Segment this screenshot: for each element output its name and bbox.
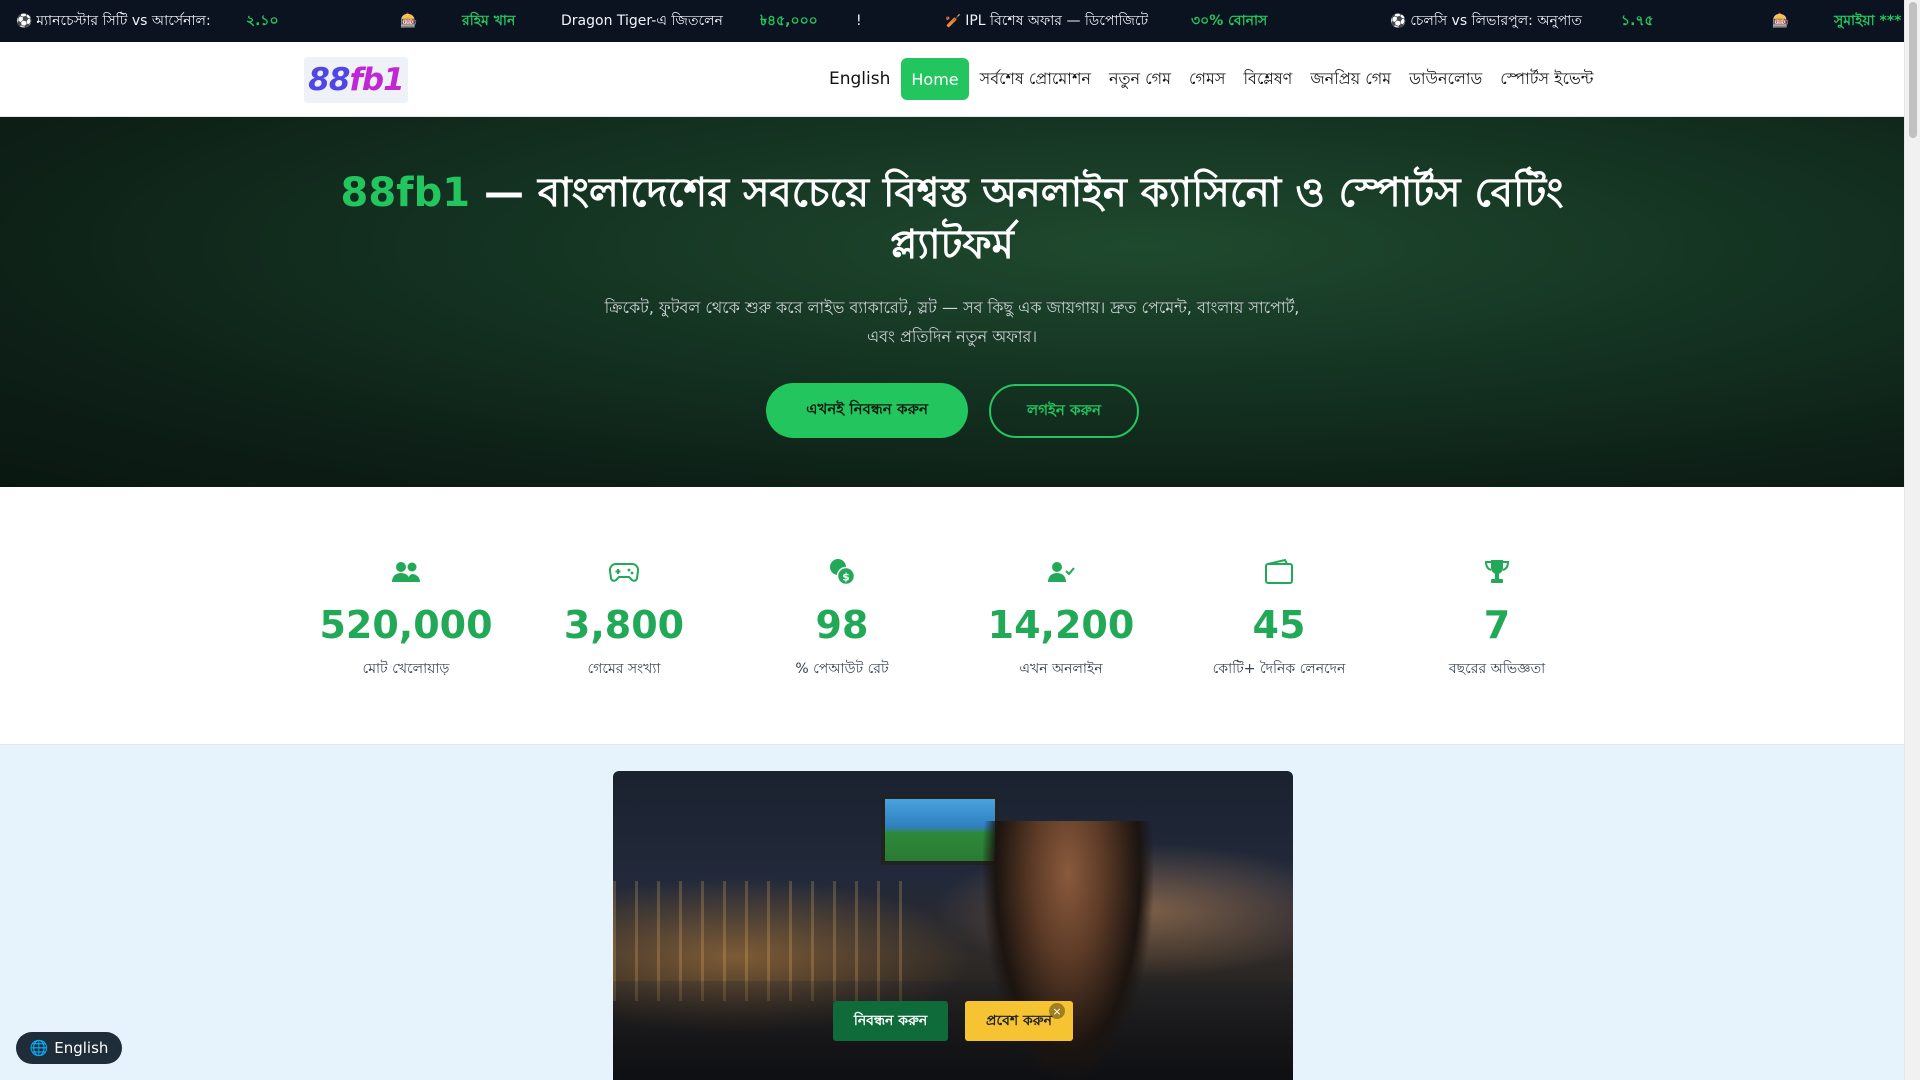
banner-model-figure [983,821,1153,1080]
stat-label: বছরের অভিজ্ঞতা [1448,661,1546,677]
banner-tv-screen [881,795,999,865]
nav-download[interactable]: ডাউনলোড [1400,58,1491,100]
coins-icon: $ [742,557,942,587]
ticker-winner-name: রহিম খান [462,13,516,29]
stat-value: 3,800 [563,603,685,647]
user-check-icon [961,557,1161,587]
ticker-odds-value: ২.১০ [246,13,279,29]
banner-register-button[interactable]: নিবন্ধন করুন [833,1001,948,1041]
slot-machine-icon: 🎰 [400,13,418,29]
ticker-text: চেলসি vs লিভারপুল: অনুপাত [1410,13,1582,29]
nav-new-games[interactable]: নতুন গেম [1100,58,1180,100]
hero-subtitle: ক্রিকেট, ফুটবল থেকে শুরু করে লাইভ ব্যাকা… [604,298,1300,346]
stat-label: % পেআউট রেট [795,661,889,677]
scrollbar-thumb[interactable] [1909,2,1917,138]
ticker-win-amount: ৳৪৫,০০০ [760,13,818,29]
promo-section: নিবন্ধন করুন প্রবেশ করুন × [0,745,1904,1080]
gamepad-icon [524,557,724,587]
nav-language[interactable]: English [820,58,899,100]
ticker-item-odds-1[interactable]: ⚽ ম্যানচেস্টার সিটি vs আর্সেনাল: [16,0,211,42]
language-label: English [54,1039,109,1057]
stat-game-count: 3,800 গেমের সংখ্যা [524,557,724,681]
ticker-win-suffix: ! [856,13,862,29]
stat-label: এখন অনলাইন [1019,661,1103,677]
stat-value: 7 [1483,603,1511,647]
banner-water [613,981,1293,1080]
slot-machine-icon: 🎰 [1772,13,1790,29]
football-icon: ⚽ [16,13,33,29]
login-button[interactable]: লগইন করুন [989,384,1139,438]
ticker-offer-text: IPL বিশেষ অফার — ডিপোজিটে [965,13,1149,29]
site-logo[interactable]: 88 fb1 [304,57,408,103]
stat-online-now: 14,200 এখন অনলাইন [961,557,1161,681]
hero-brand: 88fb1 [340,170,471,216]
stat-label: গেমের সংখ্যা [587,661,661,677]
stat-value: 520,000 [319,603,493,647]
stat-label: কোটি+ দৈনিক লেনদেন [1212,661,1346,677]
nav-analysis[interactable]: বিশ্লেষণ [1234,58,1301,100]
ticker-win-text: Dragon Tiger-এ জিতলেন [561,13,723,29]
nav-home[interactable]: Home [901,58,969,100]
main-nav: English Home সর্বশেষ প্রোমোশন নতুন গেম গ… [820,58,1602,100]
site-header: 88 fb1 English Home সর্বশেষ প্রোমোশন নতুন… [0,42,1904,117]
nav-popular-games[interactable]: জনপ্রিয় গেম [1301,58,1400,100]
nav-games[interactable]: গেমস [1180,58,1234,100]
ticker-item-odds-2[interactable]: ⚽ চেলসি vs লিভারপুল: অনুপাত [1390,0,1582,42]
page-scrollbar[interactable] [1904,0,1920,1080]
stat-value: 45 [1252,603,1306,647]
stat-value: 14,200 [987,603,1135,647]
nav-latest-promotions[interactable]: সর্বশেষ প্রোমোশন [971,58,1100,100]
stat-payout-rate: $ 98 % পেআউট রেট [742,557,942,681]
stat-label: মোট খেলোয়াড় [362,661,450,677]
stat-value: 98 [815,603,869,647]
stat-total-players: 520,000 মোট খেলোয়াড় [306,557,506,681]
logo-text-part1: 88 [308,62,350,98]
close-icon[interactable]: × [1049,1003,1065,1019]
ticker-winner-name: সুমাইয়া *** [1834,13,1902,29]
hero-section: 88fb1 — বাংলাদেশের সবচেয়ে বিশ্বস্ত অনলা… [0,117,1904,487]
ticker-text: ম্যানচেস্টার সিটি vs আর্সেনাল: [36,13,211,29]
users-icon [306,557,506,587]
hero-title: 88fb1 — বাংলাদেশের সবচেয়ে বিশ্বস্ত অনলা… [300,167,1604,271]
ticker-offer-value: ৩০% বোনাস [1191,13,1268,29]
news-ticker: ⚽ ম্যানচেস্টার সিটি vs আর্সেনাল: ২.১০ 🎰 … [0,0,1904,42]
nav-sports-events[interactable]: স্পোর্টস ইভেন্ট [1491,58,1602,100]
football-icon: ⚽ [1390,13,1407,29]
ticker-odds-value: ১.৭৫ [1621,13,1654,29]
wallet-icon [1179,557,1379,587]
language-switcher[interactable]: 🌐 English [16,1032,122,1064]
cricket-icon: 🏏 [945,13,962,29]
register-now-button[interactable]: এখনই নিবন্ধন করুন [766,383,968,438]
globe-icon: 🌐 [29,1039,49,1057]
promo-banner-image[interactable]: নিবন্ধন করুন প্রবেশ করুন × [613,771,1293,1080]
stat-daily-transactions: 45 কোটি+ দৈনিক লেনদেন [1179,557,1379,681]
trophy-icon [1397,557,1597,587]
hero-title-text: — বাংলাদেশের সবচেয়ে বিশ্বস্ত অনলাইন ক্য… [470,170,1564,268]
logo-text-part2: fb1 [349,62,404,98]
stat-years-experience: 7 বছরের অভিজ্ঞতা [1397,557,1597,681]
ticker-item-offer[interactable]: 🏏 IPL বিশেষ অফার — ডিপোজিটে [945,0,1148,42]
svg-text:$: $ [842,571,850,584]
stats-section: 520,000 মোট খেলোয়াড় 3,800 গেমের সংখ্যা… [0,487,1904,745]
